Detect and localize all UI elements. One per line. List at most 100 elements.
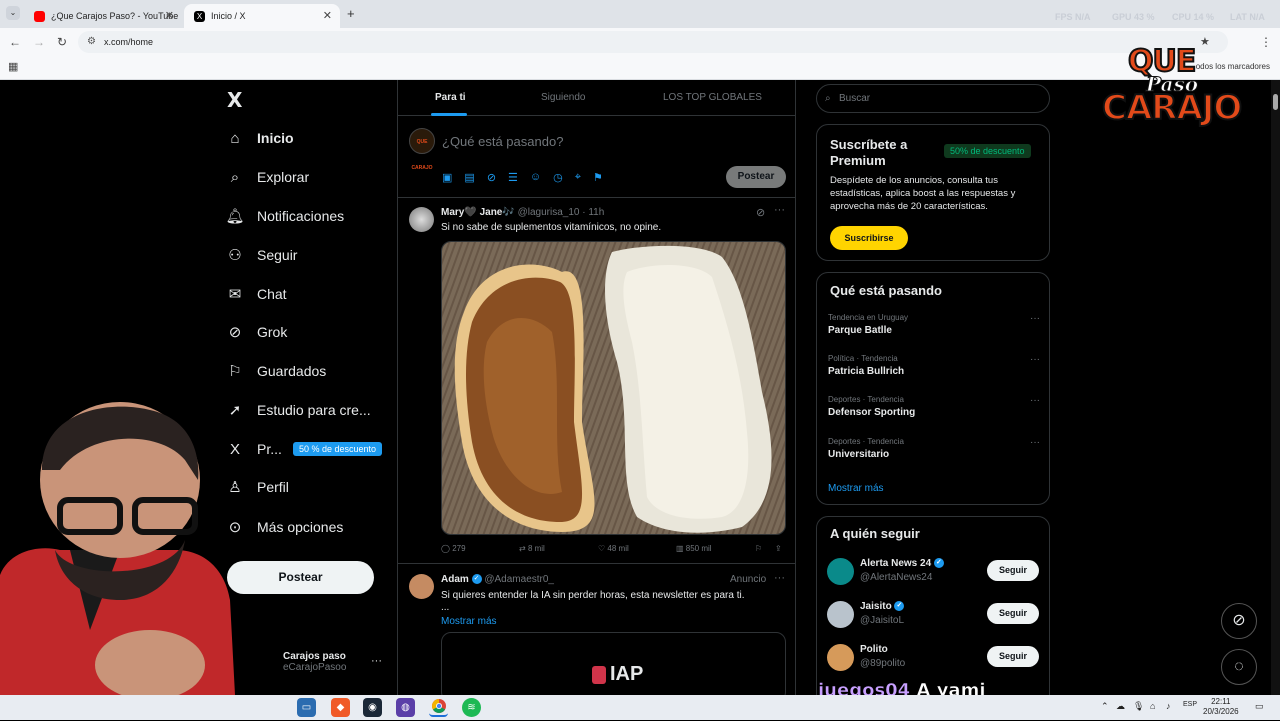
scrollbar-thumb[interactable]	[1273, 94, 1278, 110]
sidebar-item-guardados[interactable]: ⚐ Guardados	[225, 356, 326, 386]
messages-fab-icon[interactable]: ◌	[1221, 649, 1257, 685]
scrollbar[interactable]	[1271, 80, 1280, 695]
show-more-trends-link[interactable]: Mostrar más	[828, 483, 884, 494]
avatar[interactable]	[409, 574, 434, 599]
repost-button[interactable]: ⇄ 8 mil	[519, 544, 579, 553]
more-icon[interactable]: ···	[1030, 354, 1040, 365]
more-icon[interactable]: ···	[774, 204, 785, 216]
discord-icon[interactable]: ◍	[396, 698, 415, 717]
sidebar-item-notificaciones[interactable]: 🔔︎ Notificaciones	[225, 201, 344, 231]
close-icon[interactable]: ✕	[165, 9, 174, 22]
x-logo[interactable]: X	[227, 88, 242, 112]
more-icon[interactable]: ···	[774, 572, 785, 584]
share-icon[interactable]: ⇪	[775, 544, 782, 553]
gif-icon[interactable]: ▤	[464, 171, 474, 184]
grok-icon[interactable]: ⊘	[487, 171, 496, 184]
trend-item[interactable]: Deportes · Tendencia Defensor Sporting ·…	[828, 395, 1048, 418]
emoji-icon[interactable]: ☺	[530, 171, 541, 184]
tab-siguiendo[interactable]: Siguiendo	[541, 92, 585, 103]
tweet-ellipsis: ...	[441, 602, 450, 613]
mic-icon[interactable]: 🎙︎	[1133, 701, 1144, 712]
tab-x-home[interactable]: X Inicio / X ✕	[184, 4, 340, 28]
spotify-icon[interactable]: ≋	[462, 698, 481, 717]
show-more-link[interactable]: Mostrar más	[441, 615, 497, 628]
clock[interactable]: 22:11 20/3/2026	[1203, 697, 1239, 717]
like-button[interactable]: ♡ 48 mil	[598, 544, 658, 553]
account-switcher[interactable]: Carajos paso eCarajoPasoo	[283, 651, 346, 673]
trend-item[interactable]: Deportes · Tendencia Universitario ···	[828, 437, 1048, 460]
apps-icon[interactable]: ▦	[8, 60, 18, 73]
tweet-author-handle[interactable]: @lagurisa_10	[518, 207, 580, 218]
follow-suggestion[interactable]: Jaisito ✓ @JaisitoL Seguir	[827, 601, 1047, 631]
trend-item[interactable]: Tendencia en Uruguay Parque Batlle ···	[828, 313, 1048, 336]
trend-item[interactable]: Política · Tendencia Patricia Bullrich ·…	[828, 354, 1048, 377]
tab-youtube[interactable]: ¿Que Carajos Paso? - YouTube ✕	[24, 4, 182, 28]
views-button[interactable]: ▥ 850 mil	[676, 544, 746, 553]
avatar[interactable]	[409, 207, 434, 232]
tab-search-button[interactable]: ⌄	[6, 6, 20, 20]
compose-input[interactable]: ¿Qué está pasando?	[442, 134, 563, 149]
follow-suggestion[interactable]: Polito @89polito Seguir	[827, 644, 1047, 674]
forward-icon[interactable]: →	[33, 35, 45, 49]
schedule-icon[interactable]: ◷	[553, 171, 563, 184]
follow-suggestion[interactable]: Alerta News 24 ✓ @AlertaNews24 Seguir	[827, 558, 1047, 588]
sidebar-item-explorar[interactable]: ⌕ Explorar	[225, 162, 309, 192]
volume-icon[interactable]: ♪	[1166, 701, 1171, 711]
language-indicator[interactable]: ESP	[1183, 701, 1197, 708]
location-icon[interactable]: ⌖	[575, 171, 581, 184]
network-icon[interactable]: ⌂	[1150, 701, 1155, 711]
tweet-author-name[interactable]: Adam	[441, 574, 469, 585]
tweet-author-name[interactable]: Mary🖤 Jane🎶	[441, 207, 515, 218]
reload-icon[interactable]: ↻	[57, 35, 67, 49]
cloud-icon[interactable]: ☁	[1116, 701, 1125, 712]
app-icon[interactable]: ▭	[297, 698, 316, 717]
avatar[interactable]	[827, 601, 854, 628]
account-more-icon[interactable]: ···	[371, 655, 382, 667]
sidebar-item-grok[interactable]: ⊘ Grok	[225, 317, 288, 347]
tweet-image[interactable]	[441, 241, 786, 535]
more-icon[interactable]: ···	[1030, 395, 1040, 406]
tweet-time[interactable]: · 11h	[582, 207, 604, 218]
tweet[interactable]: Mary🖤 Jane🎶 @lagurisa_10 · 11h ⊘ ··· Si …	[398, 198, 796, 564]
sidebar-item-inicio[interactable]: ⌂ Inicio	[225, 123, 293, 153]
search-input[interactable]: ⌕ Buscar	[816, 84, 1050, 113]
poll-icon[interactable]: ☰	[508, 171, 518, 184]
site-settings-icon[interactable]: ⚙	[87, 31, 96, 53]
compose-post-button[interactable]: Postear	[726, 166, 786, 188]
sidebar-item-estudio[interactable]: ➚ Estudio para cre...	[225, 395, 371, 425]
grok-fab-icon[interactable]: ⊘	[1221, 603, 1257, 639]
chrome-icon[interactable]	[429, 698, 448, 717]
trend-topic: Defensor Sporting	[828, 407, 916, 418]
tab-top-globales[interactable]: LOS TOP GLOBALES	[663, 92, 762, 103]
tab-para-ti[interactable]: Para ti	[435, 92, 466, 103]
tweet-author-handle[interactable]: @Adamaestr0_	[484, 574, 554, 585]
subscribe-button[interactable]: Suscribirse	[830, 226, 908, 250]
more-icon[interactable]: ···	[1030, 437, 1040, 448]
image-icon[interactable]: ▣	[442, 171, 452, 184]
more-icon[interactable]: ···	[1030, 313, 1040, 324]
close-icon[interactable]: ✕	[323, 9, 332, 22]
back-icon[interactable]: ←	[9, 35, 21, 49]
brave-icon[interactable]: ◆	[331, 698, 350, 717]
tweet[interactable]: Adam ✓ @Adamaestr0_ Anuncio ··· Si quier…	[398, 565, 796, 702]
grok-icon[interactable]: ⊘	[756, 206, 765, 219]
follow-button[interactable]: Seguir	[987, 560, 1039, 581]
sidebar-item-mas-opciones[interactable]: ⊙ Más opciones	[225, 512, 344, 542]
flag-icon[interactable]: ⚑	[593, 171, 603, 184]
follow-button[interactable]: Seguir	[987, 603, 1039, 624]
ad-media[interactable]: IAP	[441, 632, 786, 702]
url-input[interactable]: ⚙ x.com/home	[78, 31, 1228, 53]
chevron-up-icon[interactable]: ⌃	[1101, 701, 1109, 712]
bookmark-icon[interactable]: ⚐	[755, 544, 762, 553]
new-tab-button[interactable]: +	[347, 6, 355, 21]
follow-button[interactable]: Seguir	[987, 646, 1039, 667]
steam-icon[interactable]: ◉	[363, 698, 382, 717]
avatar[interactable]	[827, 558, 854, 585]
sidebar-item-chat[interactable]: ✉ Chat	[225, 279, 287, 309]
sidebar-post-button[interactable]: Postear	[227, 561, 374, 594]
avatar[interactable]	[827, 644, 854, 671]
reply-button[interactable]: ◯ 279	[441, 544, 501, 553]
sidebar-item-seguir[interactable]: ⚇ Seguir	[225, 240, 297, 270]
menu-icon[interactable]: ⋮	[1260, 35, 1272, 49]
notification-icon[interactable]: ▭	[1255, 701, 1264, 712]
